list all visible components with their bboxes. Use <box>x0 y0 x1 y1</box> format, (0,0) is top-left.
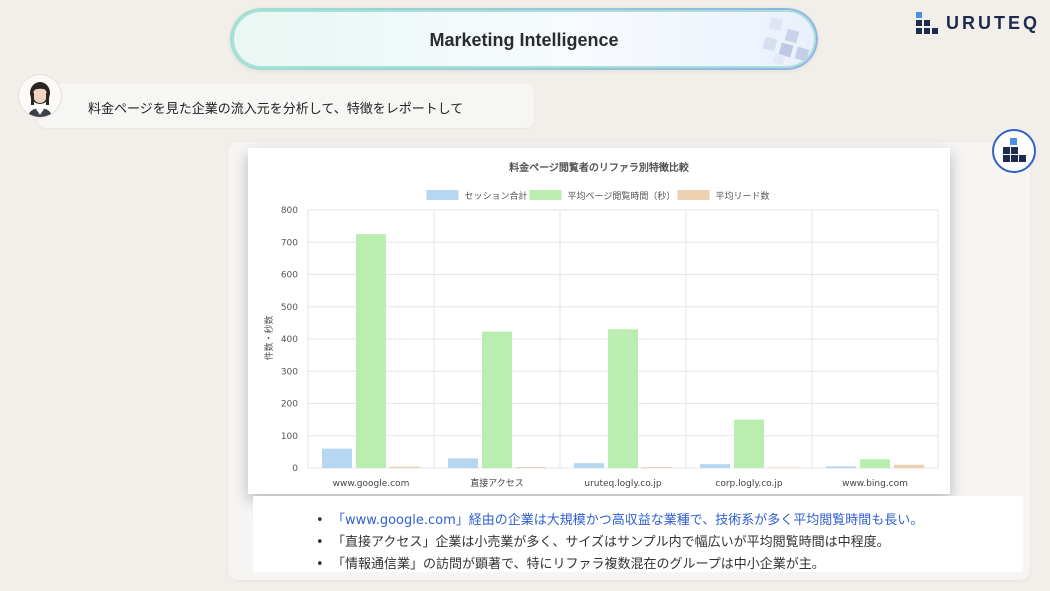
bar-0-0 <box>322 448 352 468</box>
referrer-bar-chart: 料金ページ閲覧者のリファラ別特徴比較 セッション合計 平均ページ閲覧時間（秒） 平均… <box>263 161 939 489</box>
brand-logo: URUTEQ <box>916 12 1040 34</box>
bar-2-4 <box>894 464 924 468</box>
bar-1-2 <box>608 329 638 468</box>
assistant-avatar <box>992 129 1036 173</box>
x-axis-ticks: www.google.com 直接アクセス uruteq.logly.co.jp co… <box>333 477 908 489</box>
x-tick-label: corp.logly.co.jp <box>715 479 783 489</box>
uruteq-bot-icon <box>1003 138 1026 162</box>
summary-list: 「www.google.com」経由の企業は大規模かつ高収益な業種で、技術系が多… <box>316 510 923 576</box>
y-axis-ticks: 0 100 200 300 400 500 600 700 800 <box>281 206 298 474</box>
bar-2-3 <box>768 467 798 468</box>
x-tick-label: www.google.com <box>333 479 410 489</box>
cubes-decoration-icon <box>762 16 810 66</box>
summary-bullet: 「www.google.com」経由の企業は大規模かつ高収益な業種で、技術系が多… <box>316 510 923 532</box>
bar-1-4 <box>860 459 890 468</box>
x-tick-label: 直接アクセス <box>470 477 524 489</box>
referrer-chart-card: 料金ページ閲覧者のリファラ別特徴比較 セッション合計 平均ページ閲覧時間（秒） 平均… <box>248 148 950 494</box>
y-tick-label: 500 <box>281 303 298 313</box>
user-message-bubble: 料金ページを見た企業の流入元を分析して、特徴をレポートして <box>38 84 534 128</box>
chart-title: 料金ページ閲覧者のリファラ別特徴比較 <box>509 161 690 174</box>
legend-label: 平均ページ閲覧時間（秒） <box>568 190 676 202</box>
bar-2-0 <box>390 466 420 468</box>
bar-0-2 <box>574 463 604 468</box>
y-tick-label: 0 <box>292 464 298 474</box>
user-avatar <box>18 74 62 118</box>
bar-1-0 <box>356 234 386 468</box>
y-tick-label: 700 <box>281 238 298 248</box>
summary-bullet: 「直接アクセス」企業は小売業が多く、サイズはサンプル内で幅広いが平均閲覧時間は中… <box>316 532 923 554</box>
y-tick-label: 400 <box>281 335 298 345</box>
bar-2-2 <box>642 467 672 468</box>
x-tick-label: www.bing.com <box>842 479 908 489</box>
legend-label: 平均リード数 <box>716 190 770 202</box>
bar-1-3 <box>734 419 764 468</box>
chart-bars <box>322 234 924 468</box>
app-title-banner: Marketing Intelligence <box>230 8 818 70</box>
legend-label: セッション合計 <box>465 190 528 202</box>
y-tick-label: 200 <box>281 400 298 410</box>
legend-swatch <box>529 190 562 200</box>
summary-bullet: 「情報通信業」の訪問が顕著で、特にリファラ複数混在のグループは中小企業が主。 <box>316 554 923 576</box>
bar-0-3 <box>700 464 730 468</box>
y-tick-label: 300 <box>281 367 298 377</box>
brand-name: URUTEQ <box>946 12 1040 33</box>
bar-0-4 <box>826 466 856 468</box>
user-portrait-icon <box>19 75 61 117</box>
legend-swatch <box>677 190 710 200</box>
user-message-text: 料金ページを見た企業の流入元を分析して、特徴をレポートして <box>88 102 464 117</box>
y-tick-label: 800 <box>281 206 298 216</box>
bar-2-1 <box>516 467 546 468</box>
y-tick-label: 600 <box>281 271 298 281</box>
bar-1-1 <box>482 331 512 468</box>
uruteq-logo-icon <box>916 12 938 34</box>
chart-legend: セッション合計 平均ページ閲覧時間（秒） 平均リード数 <box>426 190 770 202</box>
y-tick-label: 100 <box>281 432 298 442</box>
y-axis-label: 件数・秒数 <box>263 315 275 360</box>
bar-0-1 <box>448 458 478 468</box>
legend-swatch <box>426 190 459 200</box>
app-title: Marketing Intelligence <box>429 30 619 50</box>
x-tick-label: uruteq.logly.co.jp <box>584 479 662 489</box>
